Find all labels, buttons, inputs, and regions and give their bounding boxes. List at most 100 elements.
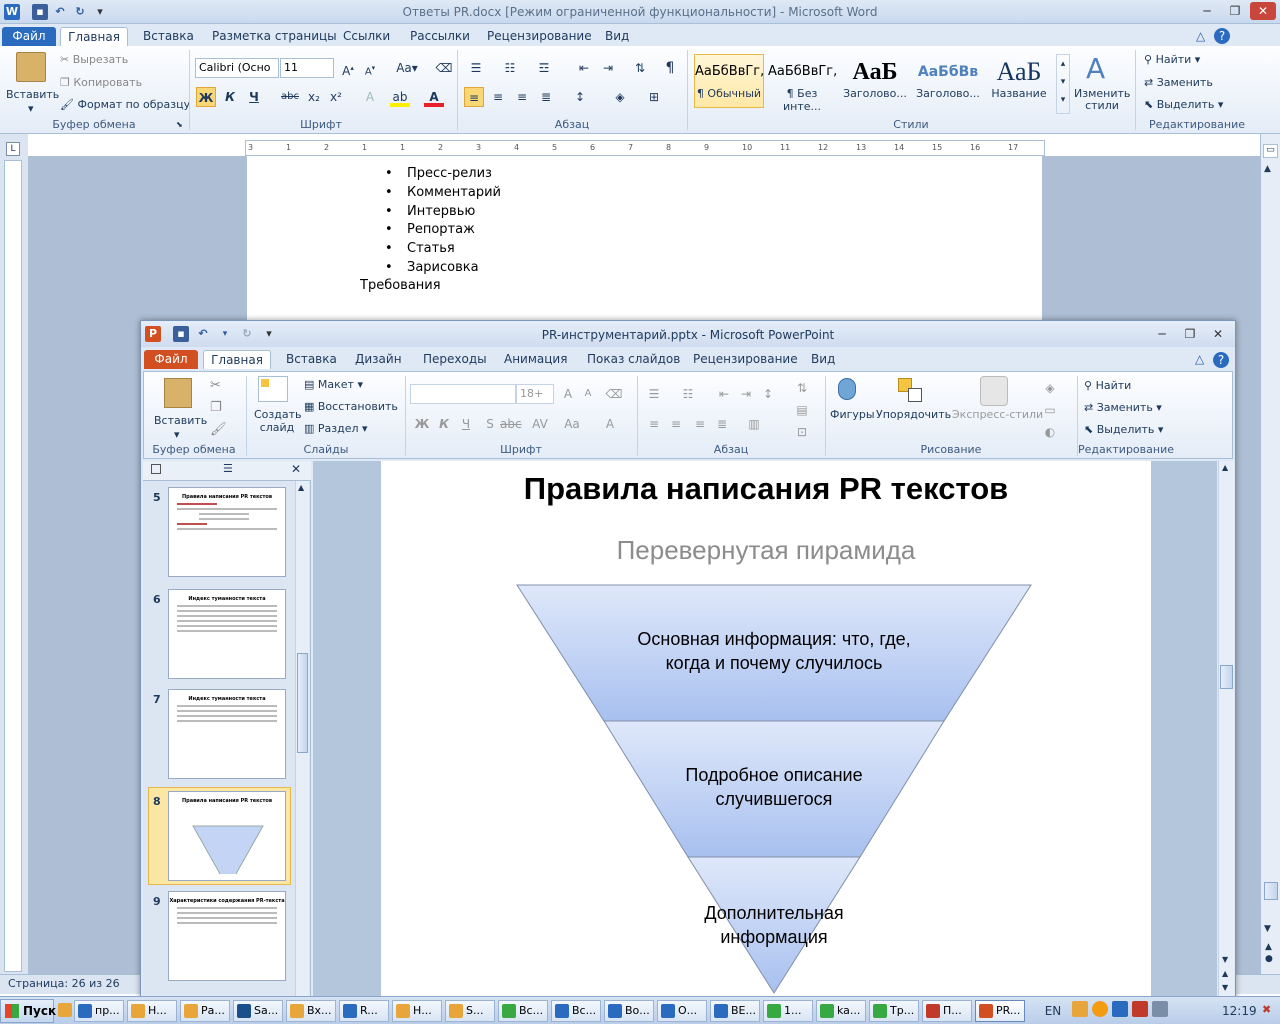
- underline-button[interactable]: Ч: [456, 414, 476, 434]
- clear-format-icon[interactable]: ⌫: [434, 58, 454, 78]
- help-icon[interactable]: ?: [1214, 28, 1230, 44]
- bullets-icon[interactable]: ☰: [644, 384, 664, 404]
- slide-thumbnail[interactable]: Правила написания PR текстов: [168, 487, 286, 577]
- tab-mailings[interactable]: Рассылки: [410, 27, 470, 46]
- select-button[interactable]: ⬉ Выделить ▾: [1084, 423, 1163, 436]
- show-marks-icon[interactable]: ¶: [660, 58, 680, 78]
- change-case-icon[interactable]: Aa▾: [394, 58, 420, 78]
- tab-home[interactable]: Главная: [60, 27, 128, 46]
- decrease-indent-icon[interactable]: ⇤: [574, 58, 594, 78]
- grow-font-icon[interactable]: A: [558, 384, 578, 404]
- maximize-icon[interactable]: ❐: [1222, 2, 1248, 20]
- taskbar-button[interactable]: ka...: [816, 1000, 866, 1022]
- font-size-field[interactable]: 11: [280, 58, 334, 78]
- taskbar-button[interactable]: S...: [445, 1000, 495, 1022]
- tab-review[interactable]: Рецензирование: [693, 350, 798, 369]
- slide-thumbnail[interactable]: Характеристики содержания PR-текста: [168, 891, 286, 981]
- taskbar-button[interactable]: Sa...: [233, 1000, 283, 1022]
- borders-icon[interactable]: ⊞: [644, 87, 664, 107]
- prev-slide-icon[interactable]: ▲: [1222, 969, 1228, 978]
- taskbar-button[interactable]: Вс...: [498, 1000, 548, 1022]
- taskbar-button[interactable]: R...: [339, 1000, 389, 1022]
- start-button[interactable]: Пуск: [0, 999, 56, 1023]
- scroll-thumb[interactable]: [1220, 665, 1233, 689]
- slide-canvas[interactable]: Правила написания PR текстов Перевернута…: [381, 461, 1151, 999]
- taskbar-button[interactable]: О...: [657, 1000, 707, 1022]
- shape-effects-icon[interactable]: ◐: [1040, 422, 1060, 442]
- shading-icon[interactable]: ◈: [610, 87, 630, 107]
- align-center-icon[interactable]: ≡: [666, 414, 686, 434]
- align-right-icon[interactable]: ≡: [690, 414, 710, 434]
- tab-insert[interactable]: Вставка: [143, 27, 194, 46]
- slide-thumbnail-selected[interactable]: Правила написания PR текстов: [168, 791, 286, 881]
- tray-network-icon[interactable]: [1112, 1001, 1128, 1017]
- tab-animations[interactable]: Анимация: [504, 350, 567, 369]
- page-indicator[interactable]: Страница: 26 из 26: [8, 977, 120, 990]
- tab-insert[interactable]: Вставка: [286, 350, 337, 369]
- numbering-icon[interactable]: ☷: [500, 58, 520, 78]
- slide-vertical-scrollbar[interactable]: ▲ ▼ ▲ ▼: [1218, 461, 1234, 999]
- taskbar-button[interactable]: Ра...: [180, 1000, 230, 1022]
- text-effects-icon[interactable]: A: [360, 87, 380, 107]
- shrink-font-icon[interactable]: A: [578, 384, 598, 404]
- tab-page-layout[interactable]: Разметка страницы: [212, 27, 337, 46]
- slides-tab-icon[interactable]: [151, 464, 161, 474]
- superscript-button[interactable]: x²: [326, 87, 346, 107]
- styles-scroll[interactable]: ▴ ▾ ▾: [1056, 54, 1070, 114]
- shape-fill-icon[interactable]: ◈: [1040, 378, 1060, 398]
- horizontal-ruler[interactable]: 3 1 2 1 1 2 3 4 5 6 7 8 9 10 11 12 13 14 15 16 17: [245, 140, 1045, 156]
- tray-outlook-icon[interactable]: [1092, 1001, 1108, 1017]
- slide-thumbnail[interactable]: Индекс туманности текста: [168, 689, 286, 779]
- paste-button[interactable]: Вставить: [6, 88, 59, 101]
- taskbar-button[interactable]: ВЕ...: [710, 1000, 760, 1022]
- tab-view[interactable]: Вид: [811, 350, 835, 369]
- font-size-field[interactable]: 18+: [516, 384, 554, 404]
- tab-view[interactable]: Вид: [605, 27, 629, 46]
- tray-app-icon[interactable]: [1132, 1001, 1148, 1017]
- ruler-toggle-icon[interactable]: ▭: [1263, 144, 1278, 158]
- layout-button[interactable]: ▤ Макет ▾: [304, 378, 363, 391]
- cut-button[interactable]: ✂ Вырезать: [60, 53, 128, 66]
- tab-selector-icon[interactable]: L: [6, 142, 20, 156]
- close-icon[interactable]: ✕: [1250, 2, 1276, 20]
- browse-object-icon[interactable]: ●: [1265, 954, 1273, 964]
- find-button[interactable]: ⚲ Найти: [1084, 379, 1131, 392]
- style-title[interactable]: АаБ Название: [984, 54, 1054, 108]
- close-pane-icon[interactable]: ✕: [291, 462, 301, 476]
- paste-icon[interactable]: [164, 378, 192, 408]
- scroll-thumb[interactable]: [297, 653, 308, 753]
- shrink-font-icon[interactable]: A▾: [360, 58, 380, 78]
- change-styles-icon[interactable]: A: [1086, 52, 1105, 85]
- decrease-indent-icon[interactable]: ⇤: [714, 384, 734, 404]
- scroll-down-icon[interactable]: ▼: [1222, 955, 1228, 964]
- italic-button[interactable]: К: [220, 87, 240, 107]
- shapes-button[interactable]: Фигуры: [830, 408, 875, 421]
- tab-home[interactable]: Главная: [203, 350, 271, 369]
- justify-icon[interactable]: ≣: [712, 414, 732, 434]
- tab-file[interactable]: Файл: [2, 27, 56, 46]
- taskbar-button[interactable]: Вс...: [551, 1000, 601, 1022]
- grow-font-icon[interactable]: A▴: [338, 58, 358, 78]
- strike-button[interactable]: abc: [500, 414, 522, 434]
- maximize-icon[interactable]: ❐: [1177, 325, 1203, 343]
- style-heading1[interactable]: АаБ Заголово...: [840, 54, 910, 108]
- scroll-up-icon[interactable]: ▲: [1264, 164, 1271, 174]
- minimize-icon[interactable]: ─: [1194, 2, 1220, 20]
- change-case-icon[interactable]: Aa: [562, 414, 582, 434]
- line-spacing-icon[interactable]: ↕: [570, 87, 590, 107]
- taskbar-button[interactable]: пр...: [74, 1000, 124, 1022]
- paste-button[interactable]: Вставить: [154, 414, 207, 427]
- tray-volume-icon[interactable]: [1152, 1001, 1168, 1017]
- scroll-up-icon[interactable]: ▲: [298, 483, 304, 492]
- quicklaunch-icon[interactable]: [58, 1003, 72, 1017]
- word-vertical-scrollbar[interactable]: ▭ ▲ ▼ ▲ ●: [1260, 134, 1280, 974]
- align-right-icon[interactable]: ≡: [512, 87, 532, 107]
- thumbs-scrollbar[interactable]: ▲: [295, 481, 309, 999]
- clear-format-icon[interactable]: ⌫: [604, 384, 624, 404]
- new-slide-icon[interactable]: [258, 376, 288, 402]
- quick-styles-button[interactable]: Экспресс-стили: [952, 408, 1043, 421]
- bold-button[interactable]: Ж: [196, 87, 216, 107]
- copy-icon[interactable]: ❐: [210, 400, 222, 415]
- arrange-button[interactable]: Упорядочить: [876, 408, 951, 421]
- scroll-down-icon[interactable]: ▼: [1264, 924, 1271, 934]
